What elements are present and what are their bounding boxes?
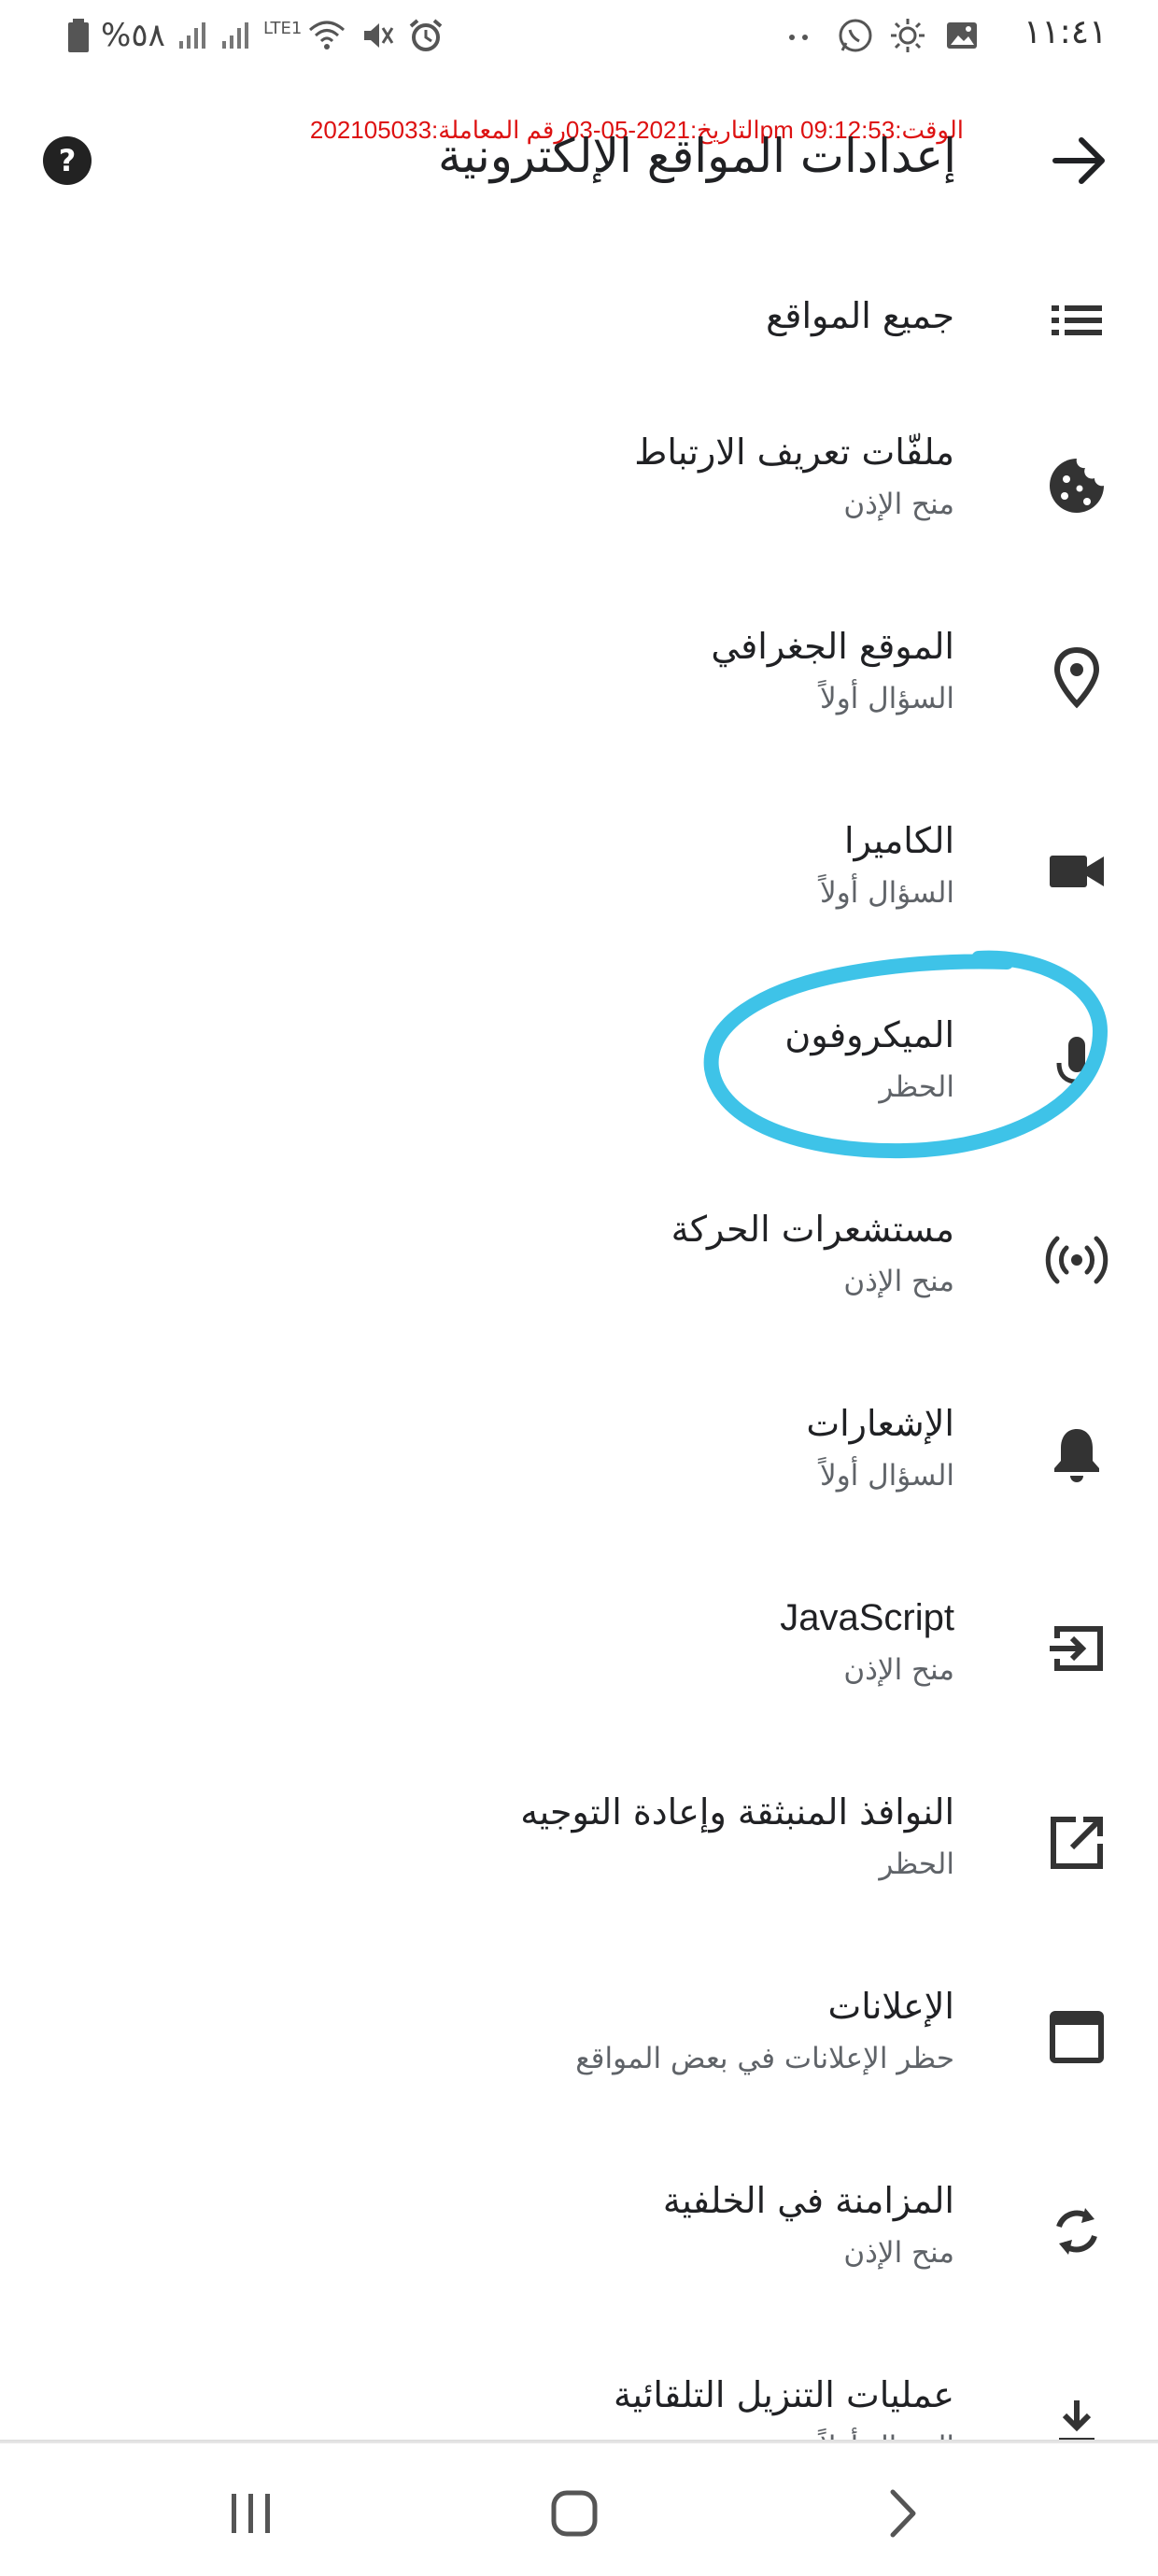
setting-row-ads[interactable]: الإعلانات حظر الإعلانات في بعض المواقع [0,1974,1158,2152]
sensors-icon [1045,1236,1109,1284]
setting-subtitle: منح الإذن [843,2236,954,2270]
setting-title: الميكروفون [784,1014,954,1055]
signal-icon [222,22,248,49]
lte-label: LTE1 [263,19,303,38]
setting-title: جميع المواقع [766,295,954,336]
setting-subtitle: السؤال أولاً [820,1459,954,1493]
setting-subtitle: الحظر [879,1070,954,1104]
setting-title: ملفّات تعريف الارتباط [634,432,954,473]
location-pin-icon [1053,646,1100,709]
setting-subtitle: السؤال أولاً [820,876,954,910]
setting-row-all-sites[interactable]: جميع المواقع [0,262,1158,439]
setting-subtitle: منح الإذن [843,1265,954,1298]
setting-row-notifications[interactable]: الإشعارات السؤال أولاً [0,1392,1158,1569]
setting-title: عمليات التنزيل التلقائية [614,2374,954,2415]
settings-sun-icon [891,19,925,52]
setting-subtitle: الحظر [879,1847,954,1881]
mute-icon [364,23,394,48]
sync-icon [1056,2208,1097,2255]
setting-row-motion-sensors[interactable]: مستشعرات الحركة منح الإذن [0,1197,1158,1375]
cookie-icon [1050,459,1104,513]
setting-row-auto-downloads[interactable]: عمليات التنزيل التلقائية السؤال أولاً [0,2363,1158,2440]
window-icon [1050,2011,1104,2063]
setting-title: النوافذ المنبثقة وإعادة التوجيه [520,1791,954,1833]
arrow-right-icon[interactable] [1048,133,1111,189]
setting-row-javascript[interactable]: JavaScript منح الإذن [0,1586,1158,1763]
setting-title: JavaScript [780,1597,954,1638]
setting-subtitle: منح الإذن [843,1653,954,1687]
wifi-icon [309,21,345,50]
setting-row-background-sync[interactable]: المزامنة في الخلفية منح الإذن [0,2169,1158,2346]
whatsapp-icon [839,19,872,52]
input-arrow-icon [1050,1626,1103,1671]
alarm-icon [409,19,443,51]
setting-title: المزامنة في الخلفية [662,2180,954,2221]
chevron-back-icon[interactable] [868,2481,934,2546]
setting-title: الكاميرا [843,820,954,861]
list-icon [1052,305,1102,335]
setting-subtitle: حظر الإعلانات في بعض المواقع [575,2042,954,2075]
status-bar: ١١:٤١ LTE1 %٥٨ [0,0,1158,84]
battery-icon [68,19,89,52]
dots-icon [789,35,808,40]
setting-row-microphone[interactable]: الميكروفون الحظر [0,1003,1158,1181]
download-icon [1059,2400,1094,2440]
battery-percent: %٥٨ [101,17,165,54]
setting-row-popups[interactable]: النوافذ المنبثقة وإعادة التوجيه الحظر [0,1780,1158,1958]
home-icon[interactable] [542,2481,607,2546]
setting-title: الإشعارات [806,1403,954,1444]
open-external-icon [1051,1817,1103,1869]
setting-title: الإعلانات [827,1986,954,2027]
setting-row-location[interactable]: الموقع الجغرافي السؤال أولاً [0,615,1158,792]
page-title: إعدادات المواقع الإلكترونية [437,129,956,183]
svg-text:?: ? [59,143,77,178]
signal-icon [179,22,205,49]
setting-subtitle: منح الإذن [843,488,954,521]
setting-row-camera[interactable]: الكاميرا السؤال أولاً [0,809,1158,986]
setting-subtitle: السؤال أولاً [820,682,954,715]
microphone-icon [1056,1037,1097,1095]
bell-icon [1054,1429,1099,1482]
image-icon [947,22,977,49]
setting-subtitle: السؤال أولاً [820,2430,954,2440]
setting-title: مستشعرات الحركة [671,1209,954,1250]
setting-row-cookies[interactable]: ملفّات تعريف الارتباط منح الإذن [0,420,1158,598]
help-circle-icon[interactable]: ? [41,134,93,187]
navigation-bar [0,2442,1158,2576]
video-camera-icon [1050,856,1104,887]
setting-title: الموقع الجغرافي [711,626,954,667]
recents-icon[interactable] [219,2481,284,2546]
status-time: ١١:٤١ [1024,13,1108,51]
